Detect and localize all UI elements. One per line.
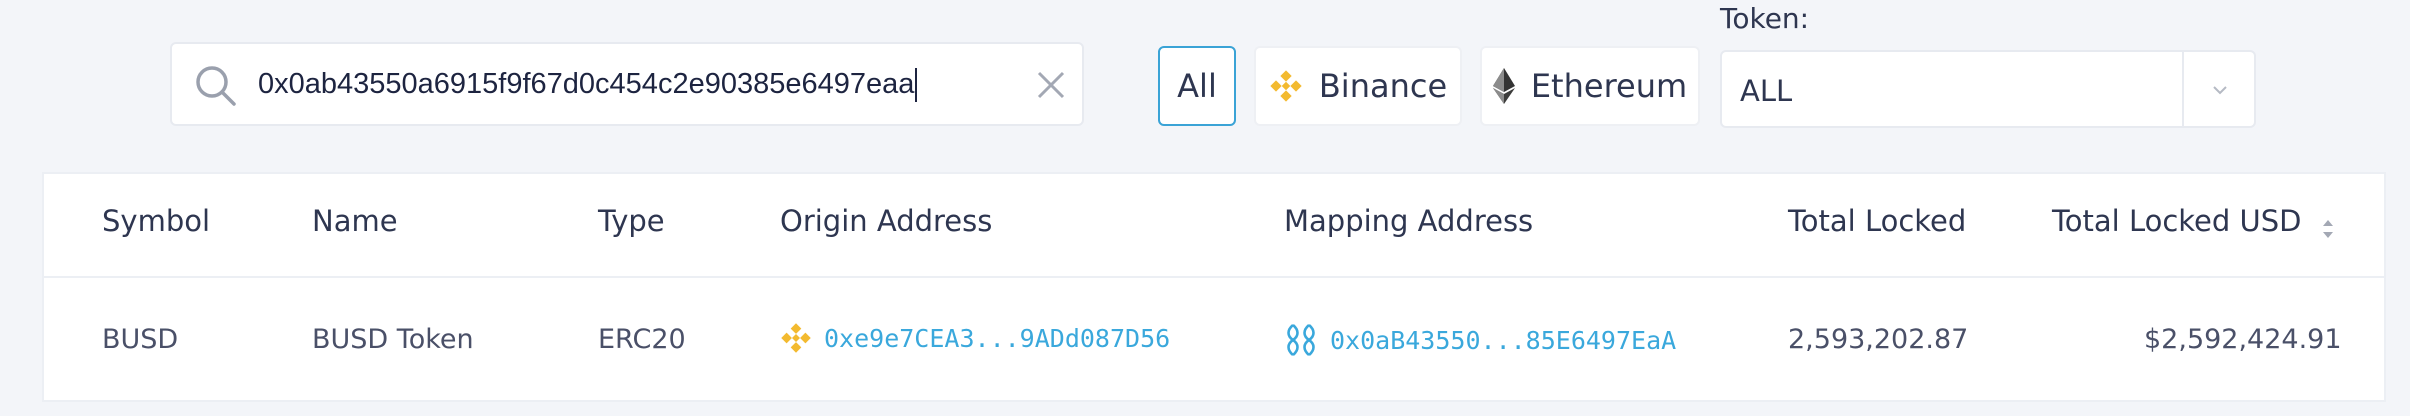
origin-address-link[interactable]: 0xe9e7CEA3...9ADd087D56 [780, 322, 1170, 354]
cell-total-locked-usd: $2,592,424.91 [2144, 324, 2342, 355]
filter-ethereum-label: Ethereum [1530, 67, 1688, 105]
filter-all-label: All [1177, 67, 1217, 105]
cell-type: ERC20 [598, 324, 686, 355]
filter-all-button[interactable]: All [1158, 46, 1236, 126]
cell-name: BUSD Token [312, 324, 474, 355]
search-input[interactable]: 0x0ab43550a6915f9f67d0c454c2e90385e6497e… [258, 44, 978, 124]
column-header-name: Name [312, 204, 398, 238]
token-select-divider [2182, 52, 2184, 126]
search-input-value: 0x0ab43550a6915f9f67d0c454c2e90385e6497e… [258, 68, 915, 100]
filter-ethereum-button[interactable]: Ethereum [1480, 46, 1700, 126]
cell-symbol: BUSD [102, 324, 179, 355]
mapping-address-link[interactable]: 0x0aB43550...85E6497EaA [1284, 322, 1676, 358]
tokens-table: Symbol Name Type Origin Address Mapping … [42, 172, 2386, 402]
text-caret [915, 68, 918, 103]
column-header-total-locked: Total Locked [1788, 204, 1967, 238]
column-header-total-locked-usd[interactable]: Total Locked USD [2052, 204, 2301, 238]
origin-address-text: 0xe9e7CEA3...9ADd087D56 [824, 323, 1171, 353]
column-header-type: Type [598, 204, 665, 238]
search-box[interactable]: 0x0ab43550a6915f9f67d0c454c2e90385e6497e… [170, 42, 1084, 126]
binance-icon [1269, 69, 1303, 103]
ethereum-icon [1492, 68, 1515, 104]
cell-total-locked: 2,593,202.87 [1788, 324, 1969, 355]
column-header-symbol: Symbol [102, 204, 211, 238]
filter-binance-button[interactable]: Binance [1254, 46, 1462, 126]
heco-icon [1284, 322, 1318, 358]
column-header-origin-address: Origin Address [780, 204, 993, 238]
sort-icon[interactable] [2320, 214, 2336, 244]
close-icon[interactable] [1034, 68, 1068, 102]
mapping-address-text: 0x0aB43550...85E6497EaA [1330, 325, 1677, 355]
column-header-mapping-address: Mapping Address [1284, 204, 1534, 238]
token-select[interactable]: ALL [1720, 50, 2256, 128]
token-select-value: ALL [1740, 74, 1793, 108]
table-header-divider [44, 276, 2384, 278]
chevron-down-icon[interactable] [2210, 80, 2230, 100]
filter-binance-label: Binance [1318, 67, 1448, 105]
token-label: Token: [1720, 2, 1810, 35]
search-icon [194, 64, 238, 108]
binance-icon [780, 322, 812, 354]
